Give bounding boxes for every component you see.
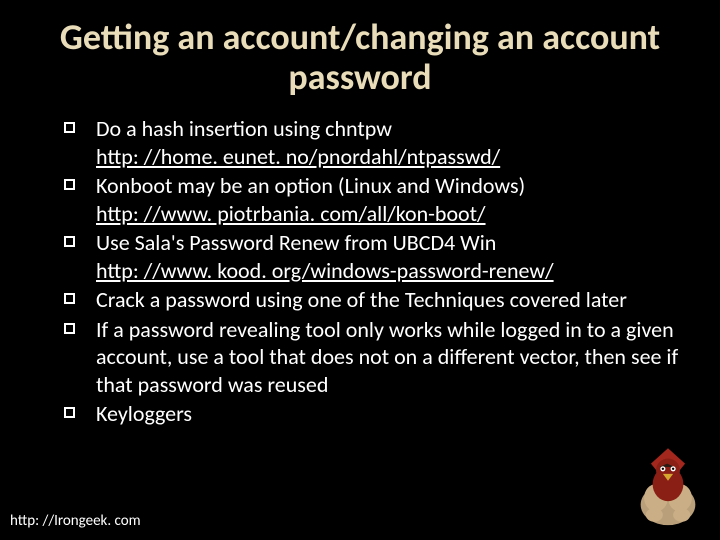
bullet-link[interactable]: http: //www. kood. org/windows-password-… — [96, 257, 554, 284]
list-item: Do a hash insertion using chntpw http: /… — [60, 115, 680, 170]
bullet-text: Crack a password using one of the Techni… — [96, 286, 627, 313]
mascot-bird-icon — [624, 438, 712, 532]
bullet-link[interactable]: http: //home. eunet. no/pnordahl/ntpassw… — [96, 143, 500, 170]
slide: Getting an account/changing an account p… — [0, 0, 720, 540]
footer-url: http: //Irongeek. com — [10, 512, 141, 530]
bullet-text: Konboot may be an option (Linux and Wind… — [96, 172, 525, 199]
list-item: Crack a password using one of the Techni… — [60, 286, 680, 314]
list-item: Keyloggers — [60, 400, 680, 428]
list-item: If a password revealing tool only works … — [60, 316, 680, 399]
bullet-list: Do a hash insertion using chntpw http: /… — [30, 115, 690, 428]
slide-title: Getting an account/changing an account p… — [30, 18, 690, 97]
bullet-link[interactable]: http: //www. piotrbania. com/all/kon-boo… — [96, 200, 486, 227]
bullet-text: Keyloggers — [96, 400, 192, 427]
list-item: Konboot may be an option (Linux and Wind… — [60, 172, 680, 227]
bullet-text: Use Sala's Password Renew from UBCD4 Win — [96, 229, 496, 256]
list-item: Use Sala's Password Renew from UBCD4 Win… — [60, 229, 680, 284]
bullet-text: If a password revealing tool only works … — [96, 316, 678, 398]
bullet-text: Do a hash insertion using chntpw — [96, 115, 392, 142]
